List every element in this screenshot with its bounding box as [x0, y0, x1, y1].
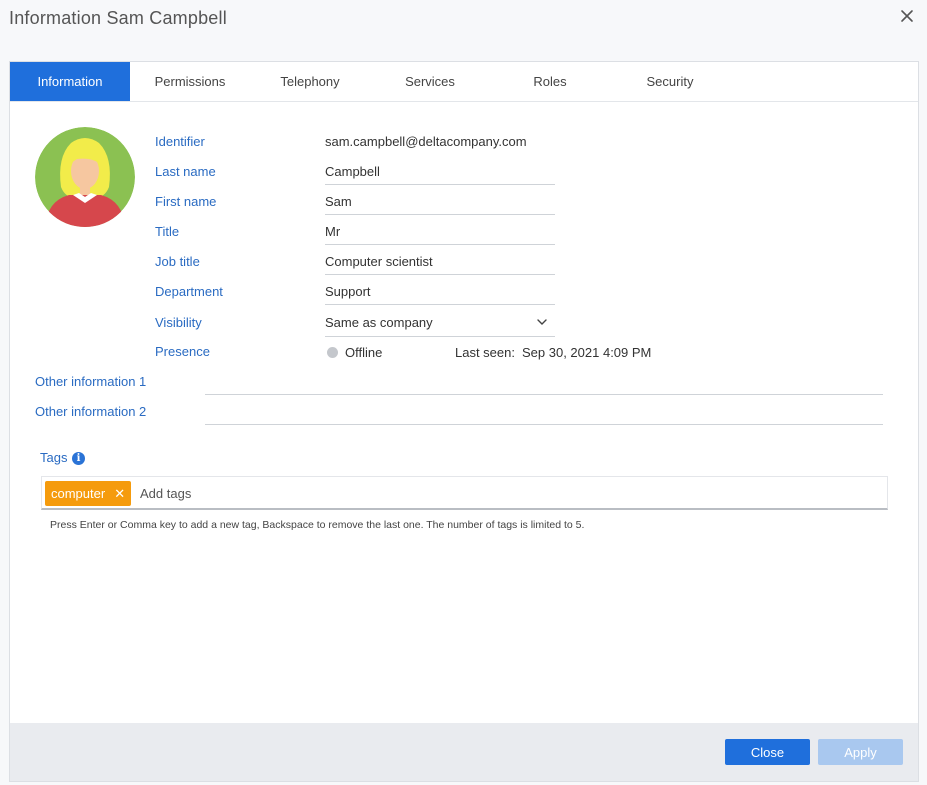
- tags-hint: Press Enter or Comma key to add a new ta…: [50, 519, 585, 531]
- visibility-select[interactable]: Same as company: [325, 315, 433, 330]
- avatar: [35, 127, 135, 227]
- presence-label: Presence: [155, 344, 210, 359]
- first-name-field[interactable]: Sam: [325, 194, 352, 209]
- other-info-2-label: Other information 2: [35, 404, 147, 419]
- dialog-panel: Information Permissions Telephony Servic…: [9, 61, 919, 782]
- presence-status-dot: [327, 347, 338, 358]
- info-icon[interactable]: i: [72, 452, 85, 465]
- apply-button[interactable]: Apply: [818, 739, 903, 765]
- tab-bar: Information Permissions Telephony Servic…: [10, 62, 918, 102]
- department-field[interactable]: Support: [325, 284, 371, 299]
- job-title-field[interactable]: Computer scientist: [325, 254, 433, 269]
- dialog-title: Information Sam Campbell: [9, 8, 227, 28]
- tab-permissions[interactable]: Permissions: [130, 62, 250, 101]
- last-seen-value: Sep 30, 2021 4:09 PM: [522, 345, 652, 360]
- tab-services[interactable]: Services: [370, 62, 490, 101]
- close-icon[interactable]: [899, 8, 915, 24]
- other-info-1-field[interactable]: [205, 394, 883, 395]
- tab-information[interactable]: Information: [10, 62, 130, 101]
- tag-chip-label: computer: [51, 486, 106, 501]
- department-underline: [325, 304, 555, 305]
- remove-tag-icon[interactable]: ✕: [114, 481, 125, 506]
- job-title-label: Job title: [155, 254, 200, 269]
- other-info-2-field[interactable]: [205, 424, 883, 425]
- tab-security[interactable]: Security: [610, 62, 730, 101]
- last-seen-label: Last seen:: [455, 345, 515, 360]
- identifier-label: Identifier: [155, 134, 205, 149]
- tags-input-box[interactable]: computer ✕: [41, 476, 888, 510]
- first-name-underline: [325, 214, 555, 215]
- last-name-underline: [325, 184, 555, 185]
- title-underline: [325, 244, 555, 245]
- tag-chip: computer ✕: [45, 481, 132, 506]
- visibility-label: Visibility: [155, 315, 202, 330]
- department-label: Department: [155, 284, 223, 299]
- identifier-value: sam.campbell@deltacompany.com: [325, 134, 527, 149]
- tags-label: Tags: [40, 450, 68, 465]
- close-button[interactable]: Close: [725, 739, 810, 765]
- title-field[interactable]: Mr: [325, 224, 340, 239]
- add-tags-input[interactable]: [140, 483, 640, 503]
- first-name-label: First name: [155, 194, 217, 209]
- chevron-down-icon[interactable]: [537, 318, 547, 326]
- last-name-label: Last name: [155, 164, 216, 179]
- tab-telephony[interactable]: Telephony: [250, 62, 370, 101]
- presence-status: Offline: [345, 345, 383, 360]
- other-info-1-label: Other information 1: [35, 374, 147, 389]
- visibility-underline: [325, 336, 555, 337]
- tab-roles[interactable]: Roles: [490, 62, 610, 101]
- dialog-footer: Close Apply: [10, 723, 918, 781]
- last-name-field[interactable]: Campbell: [325, 164, 380, 179]
- title-label: Title: [155, 224, 180, 239]
- job-title-underline: [325, 274, 555, 275]
